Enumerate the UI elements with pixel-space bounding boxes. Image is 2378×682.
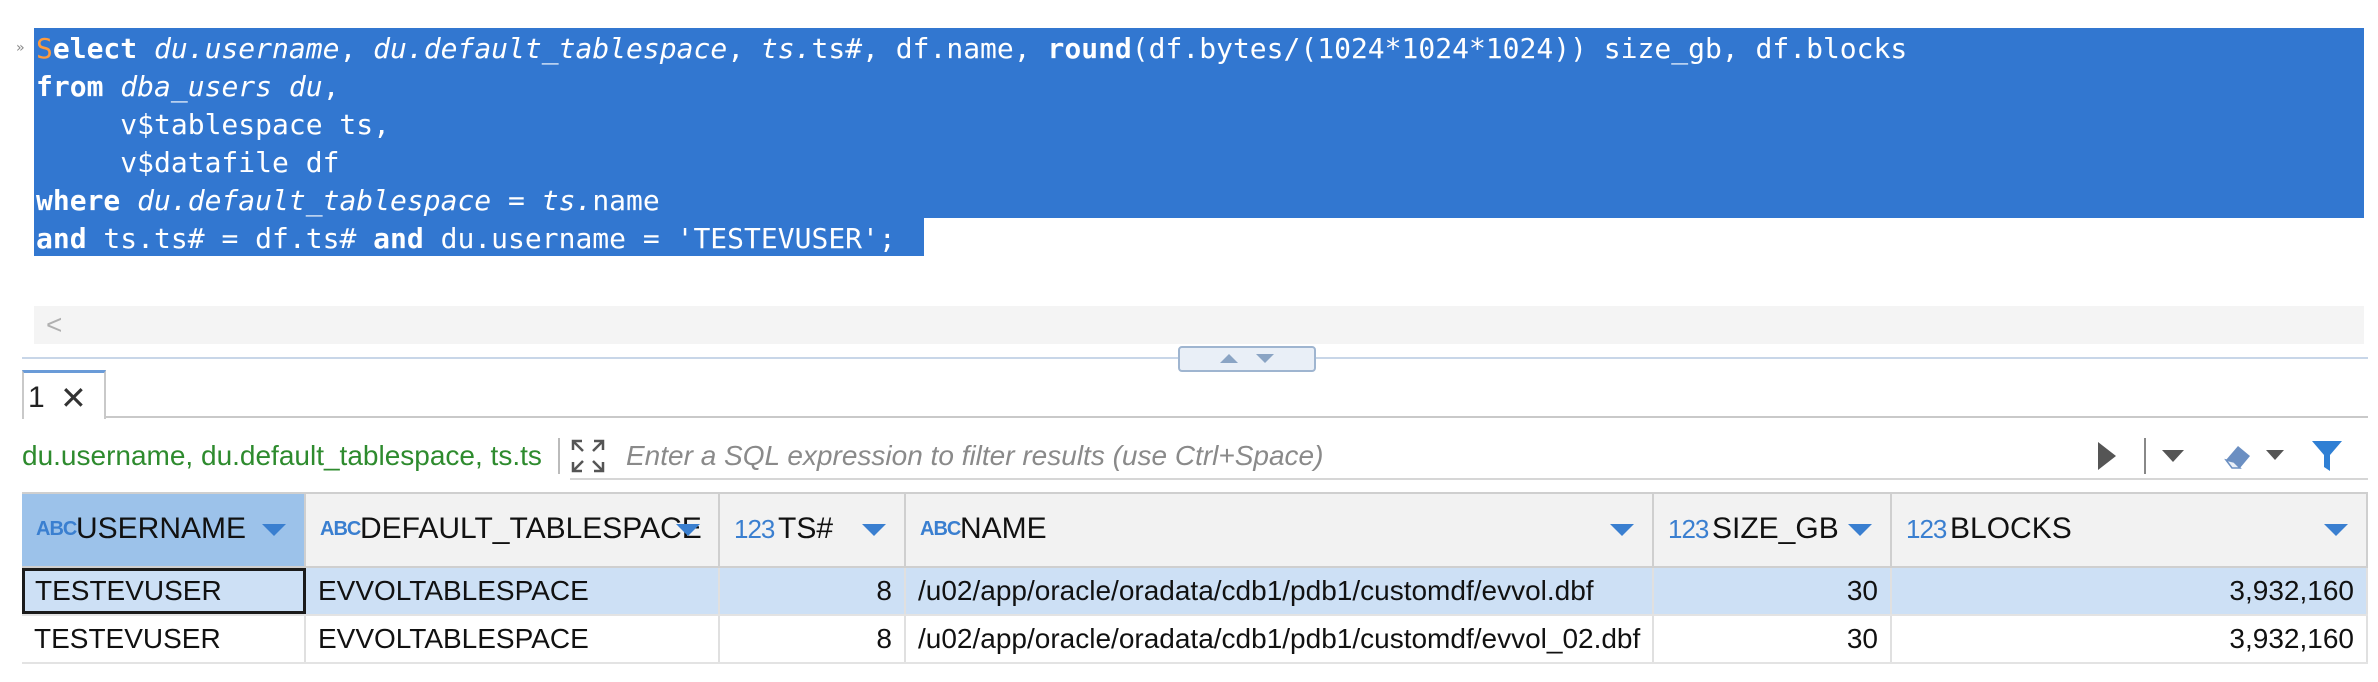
table-cell[interactable]: TESTEVUSER [22,616,306,662]
sql-editor[interactable]: » Select du.username, du.default_tablesp… [0,0,2378,344]
code-token: du.username [154,32,340,65]
column-header-label: NAME [960,512,1047,545]
column-header-blocks[interactable]: 123 BLOCKS [1892,494,2368,566]
code-token: dba_users du [120,70,323,103]
apply-filter-icon[interactable] [2098,442,2116,470]
filter-input[interactable] [618,434,2114,478]
eraser-dropdown-icon[interactable] [2266,450,2284,460]
code-line[interactable]: where du.default_tablespace = ts.name [36,182,1907,220]
scroll-left-icon[interactable]: < [46,308,62,342]
results-tab-bar: 1 ✕ [22,366,2368,419]
table-cell[interactable]: 8 [720,616,906,662]
code-token: = [491,184,542,217]
text-type-icon: ABC [920,518,961,540]
column-header-name[interactable]: ABC NAME [906,494,1654,566]
code-token: ts. [541,184,593,217]
code-line[interactable]: v$datafile df [36,144,1907,182]
code-line[interactable]: Select du.username, du.default_tablespac… [36,30,1907,68]
text-type-icon: ABC [320,518,361,540]
table-cell[interactable]: 8 [720,568,906,614]
code-token: round [1047,32,1132,65]
result-tab[interactable]: 1 ✕ [22,370,106,419]
query-text[interactable]: du.username, du.default_tablespace, ts.t… [22,438,550,474]
table-cell[interactable]: TESTEVUSER [22,568,306,614]
code-token: ts#, df.name, [811,32,1048,65]
code-token: elect [52,32,138,65]
code-token: du.username = 'TESTEVUSER'; [423,222,896,255]
column-header-label: TS# [778,512,834,545]
column-header-ts-[interactable]: 123 TS# [720,494,906,566]
code-token: ts.ts# = df.ts# [86,222,374,255]
code-token: where [36,184,121,217]
grid-header: ABC USERNAME ABC DEFAULT_TABLESPACE 123 TS# AB… [22,492,2368,568]
filter-underline [570,478,2368,480]
code-token: v$tablespace ts, [36,108,391,141]
table-cell[interactable]: EVVOLTABLESPACE [306,616,720,662]
code-token: du.default_tablespace [137,184,492,217]
code-line[interactable]: v$tablespace ts, [36,106,1907,144]
sql-code[interactable]: Select du.username, du.default_tablespac… [36,30,1907,258]
eraser-icon[interactable] [2222,442,2254,470]
table-cell[interactable]: /u02/app/oracle/oradata/cdb1/pdb1/custom… [906,568,1654,614]
code-line[interactable]: and ts.ts# = df.ts# and du.username = 'T… [36,220,1907,258]
column-header-label: SIZE_GB [1712,512,1839,545]
code-token: du.default_tablespace [373,32,728,65]
code-token: and [373,222,424,255]
code-token: , [322,70,340,103]
table-cell[interactable]: 3,932,160 [1892,568,2368,614]
column-header-label: DEFAULT_TABLESPACE [360,512,702,545]
divider [2144,438,2146,474]
column-header-label: BLOCKS [1950,512,2072,545]
close-icon[interactable]: ✕ [60,379,87,417]
table-cell[interactable]: EVVOLTABLESPACE [306,568,720,614]
sort-filter-icon[interactable] [1610,524,1634,536]
code-token: from [36,70,104,103]
column-header-default-tablespace[interactable]: ABC DEFAULT_TABLESPACE [306,494,720,566]
result-tab-label: 1 [28,381,45,414]
column-header-username[interactable]: ABC USERNAME [22,494,306,566]
filter-history-dropdown-icon[interactable] [2162,450,2184,462]
column-header-label: USERNAME [76,512,247,545]
code-token: , [339,32,374,65]
column-header-size-gb[interactable]: 123 SIZE_GB [1654,494,1892,566]
code-token: ts. [760,32,812,65]
sort-filter-icon[interactable] [262,524,286,536]
table-row[interactable]: TESTEVUSER EVVOLTABLESPACE 8/u02/app/oracl… [22,568,2368,616]
collapse-down-icon[interactable] [1256,354,1274,363]
table-cell[interactable]: 30 [1654,568,1892,614]
sort-filter-icon[interactable] [1848,524,1872,536]
editor-horizontal-scrollbar[interactable]: < [34,306,2364,344]
code-token: and [36,222,87,255]
code-token: v$datafile df [36,146,340,179]
table-cell[interactable]: /u02/app/oracle/oradata/cdb1/pdb1/custom… [906,616,1654,662]
code-token: , [727,32,761,65]
numeric-type-icon: 123 [1906,514,1947,544]
collapse-up-icon[interactable] [1220,354,1238,363]
sort-filter-icon[interactable] [2324,524,2348,536]
text-type-icon: ABC [36,518,77,540]
code-token: (df.bytes/(1024*1024*1024)) size_gb, df.… [1131,32,1908,65]
code-token: name [592,184,660,217]
numeric-type-icon: 123 [1668,514,1709,544]
code-token: S [36,32,53,65]
code-line[interactable]: from dba_users du, [36,68,1907,106]
sort-filter-icon[interactable] [676,524,700,536]
current-statement-marker-icon: » [16,40,25,56]
table-cell[interactable]: 30 [1654,616,1892,662]
funnel-icon[interactable] [2310,438,2344,474]
divider [558,438,560,474]
results-grid: ABC USERNAME ABC DEFAULT_TABLESPACE 123 TS# AB… [22,492,2368,664]
table-cell[interactable]: 3,932,160 [1892,616,2368,662]
table-row[interactable]: TESTEVUSER EVVOLTABLESPACE 8/u02/app/oracl… [22,616,2368,664]
filter-bar: du.username, du.default_tablespace, ts.t… [22,428,2368,484]
expand-icon[interactable] [570,438,606,474]
sort-filter-icon[interactable] [862,524,886,536]
numeric-type-icon: 123 [734,514,775,544]
